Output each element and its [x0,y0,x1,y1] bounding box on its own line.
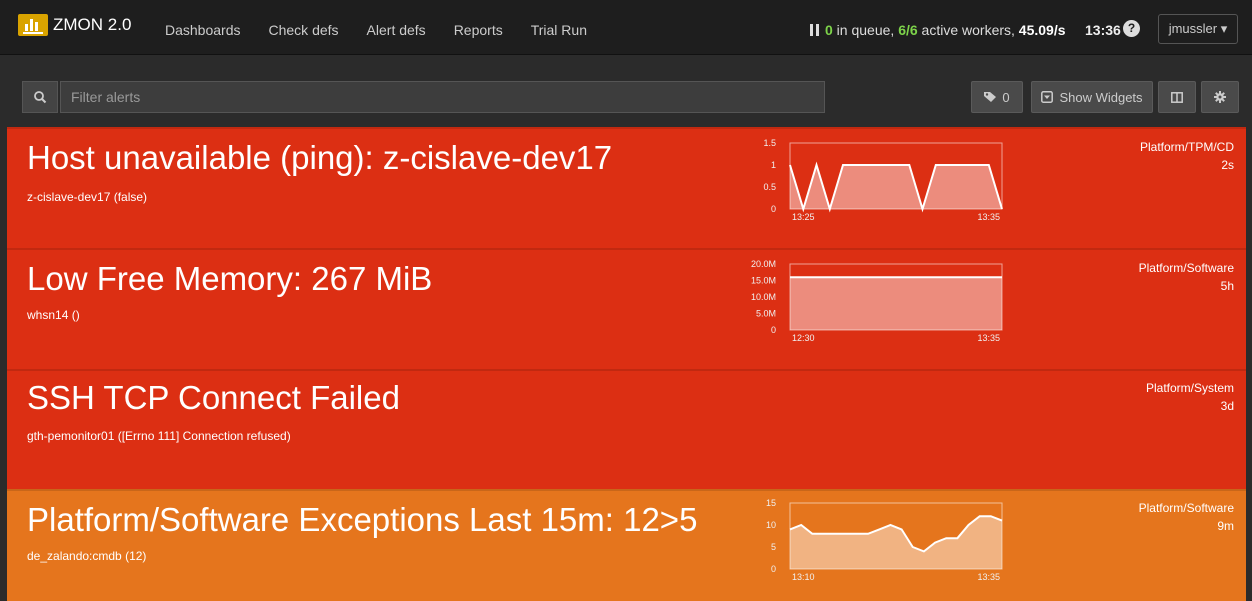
y-tick-label: 15 [766,498,776,508]
x-tick-label: 13:35 [977,212,1000,222]
y-tick-label: 0 [771,325,776,335]
user-menu-button[interactable]: jmussler ▾ [1158,14,1238,44]
alert-toolbar: 0 Show Widgets [0,55,1252,127]
alert-age: 5h [1220,279,1234,293]
help-icon[interactable]: ? [1123,20,1140,37]
queue-text: in queue, [832,22,899,38]
y-tick-label: 15.0M [751,276,776,286]
x-tick-label: 13:10 [792,572,815,582]
nav-reports[interactable]: Reports [454,22,503,38]
y-tick-label: 5 [771,542,776,552]
tags-button[interactable]: 0 [971,81,1023,113]
alert-entity: z-cislave-dev17 (false) [27,190,148,204]
alert-sparkline: 1.5 1 0.5 0 13:25 13:35 [763,138,1003,222]
series-area [790,165,1002,209]
columns-icon [1171,91,1183,103]
queue-count: 0 [825,22,833,38]
alert-sparkline: 15 10 5 0 13:10 13:35 [766,498,1003,582]
alert-team: Platform/Software [1138,501,1234,515]
nav-alert-defs[interactable]: Alert defs [367,22,426,38]
alert-card[interactable]: Platform/Software Exceptions Last 15m: 1… [7,489,1246,601]
alert-card[interactable]: Low Free Memory: 267 MiB whsn14 () Platf… [7,248,1246,369]
y-tick-label: 10 [766,520,776,530]
alert-team: Platform/TPM/CD [1139,140,1234,154]
queue-status: 0 in queue, 6/6 active workers, 45.09/s [810,22,1066,38]
nav-dashboards[interactable]: Dashboards [165,22,241,38]
y-tick-label: 10.0M [751,292,776,302]
columns-toggle-button[interactable] [1158,81,1196,113]
alert-card[interactable]: Host unavailable (ping): z-cislave-dev17… [7,127,1246,248]
y-tick-label: 1 [771,160,776,170]
nav-check-defs[interactable]: Check defs [269,22,339,38]
alert-team: Platform/System [1145,381,1234,395]
active-workers: 6/6 [898,22,918,38]
alert-entity: gth-pemonitor01 ([Errno 111] Connection … [27,429,291,443]
pause-icon[interactable] [810,24,820,36]
alert-age: 3d [1220,399,1234,413]
show-widgets-button[interactable]: Show Widgets [1031,81,1153,113]
caret-square-icon [1041,91,1054,103]
y-tick-label: 0.5 [763,182,776,192]
series-area [790,277,1002,330]
nav-trial-run[interactable]: Trial Run [531,22,587,38]
y-tick-label: 1.5 [763,138,776,148]
tags-count: 0 [1002,89,1010,105]
bar-chart-logo-icon [18,14,48,36]
show-widgets-label: Show Widgets [1059,89,1143,105]
y-tick-label: 5.0M [756,309,776,319]
filter-alerts-input[interactable] [60,81,825,113]
main-nav: Dashboards Check defs Alert defs Reports… [165,22,615,38]
alert-card[interactable]: SSH TCP Connect Failed gth-pemonitor01 (… [7,369,1246,489]
x-tick-label: 13:25 [792,212,815,222]
y-tick-label: 0 [771,564,776,574]
alert-sparkline: 20.0M 15.0M 10.0M 5.0M 0 12:30 13:35 [751,259,1003,343]
top-navbar: ZMON 2.0 Dashboards Check defs Alert def… [0,0,1252,55]
alert-entity: whsn14 () [27,308,80,322]
queue-rate: 45.09/s [1018,22,1066,38]
brand-name: ZMON 2.0 [53,15,132,34]
clock: 13:36 [1085,22,1121,38]
alert-entity: de_zalando:cmdb (12) [27,549,147,563]
alert-team: Platform/Software [1138,261,1234,275]
alert-age: 9m [1217,519,1234,533]
alert-title: SSH TCP Connect Failed [27,379,400,416]
gear-icon [1214,91,1226,103]
alert-title: Low Free Memory: 267 MiB [27,260,433,297]
search-icon [22,81,58,113]
x-tick-label: 12:30 [792,333,815,343]
y-tick-label: 0 [771,204,776,214]
workers-text: active workers, [917,22,1019,38]
y-tick-label: 20.0M [751,259,776,269]
alert-age: 2s [1221,158,1234,172]
brand-link[interactable]: ZMON 2.0 [18,14,131,36]
alert-title: Platform/Software Exceptions Last 15m: 1… [27,501,698,538]
x-tick-label: 13:35 [977,572,1000,582]
tags-icon [984,92,997,102]
x-tick-label: 13:35 [977,333,1000,343]
settings-button[interactable] [1201,81,1239,113]
alert-title: Host unavailable (ping): z-cislave-dev17 [27,139,613,176]
